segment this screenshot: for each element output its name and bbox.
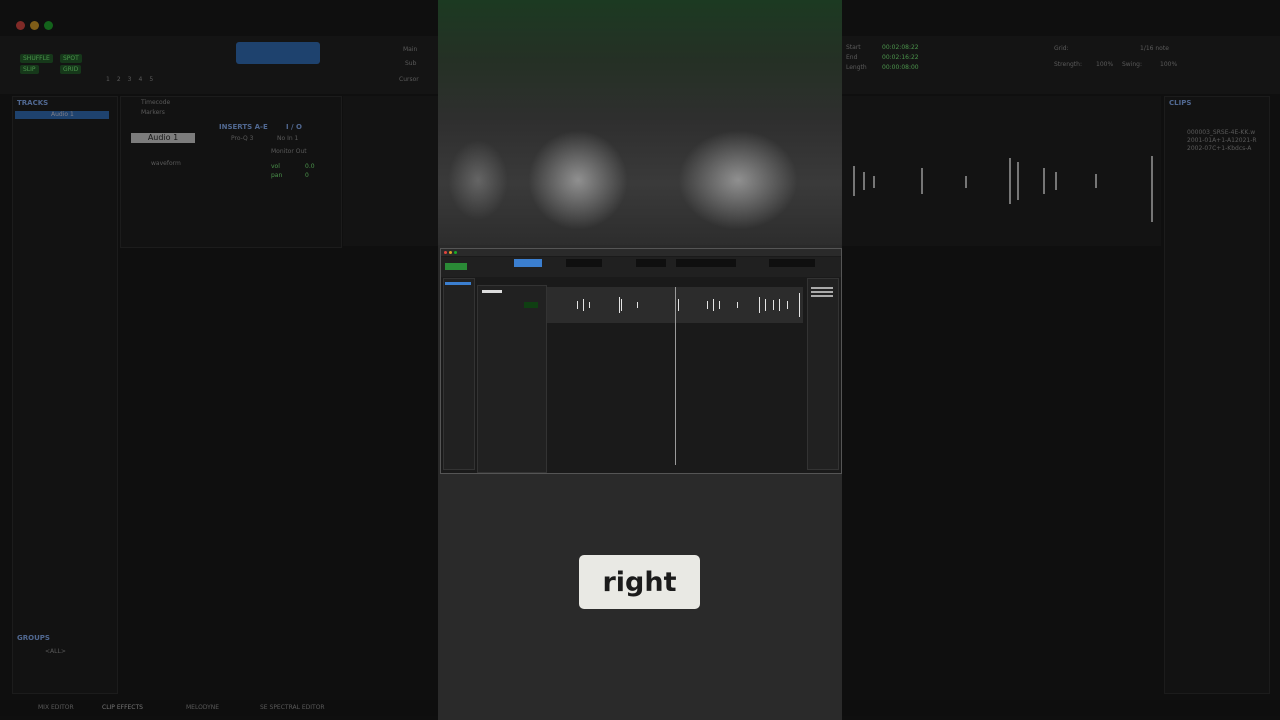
zoomed-waveform-preview <box>438 0 842 245</box>
counter-cursor-label: Cursor <box>399 76 419 83</box>
track-list-item[interactable]: Audio 1 <box>15 111 109 119</box>
zoom-preset-2[interactable]: 2 <box>117 76 121 83</box>
pan-value[interactable]: 0 <box>305 172 309 179</box>
mode-spot-button[interactable]: SPOT <box>60 54 82 63</box>
track-name-field[interactable]: Audio 1 <box>131 133 195 143</box>
mini-edit-mode <box>445 263 467 270</box>
ruler-timecode-label: Timecode <box>141 99 171 106</box>
clips-header: CLIPS <box>1169 99 1192 107</box>
insert-slot-1[interactable]: Pro-Q 3 <box>231 135 253 142</box>
mini-playhead-cursor <box>675 287 676 465</box>
tab-mix-editor[interactable]: MIX EDITOR <box>38 704 74 711</box>
counter-length-value[interactable]: 00:00:08:00 <box>882 64 919 71</box>
strength-label: Strength: <box>1054 61 1082 68</box>
tab-clip-effects[interactable]: CLIP EFFECTS <box>102 704 143 711</box>
clip-item[interactable]: 000003_SRSE-4E-KK.w <box>1187 129 1255 136</box>
track-header-area: Timecode Markers Audio 1 INSERTS A-E I /… <box>120 96 342 248</box>
groups-header: GROUPS <box>17 634 50 642</box>
grid-label: Grid: <box>1054 45 1069 52</box>
io-header: I / O <box>286 123 302 131</box>
counter-start-label: Start <box>846 44 861 51</box>
tab-spectral-editor[interactable]: SE SPECTRAL EDITOR <box>260 704 325 711</box>
session-window-thumbnail <box>440 248 842 474</box>
io-input-select[interactable]: No In 1 <box>277 135 298 142</box>
mini-sub-counter <box>636 259 666 267</box>
mini-title-bar <box>441 249 841 256</box>
mini-clips-panel <box>807 278 839 470</box>
counter-end-value[interactable]: 00:02:16:22 <box>882 54 919 61</box>
mode-slip-button[interactable]: SLIP <box>20 65 39 74</box>
zoom-presets[interactable]: 1 2 3 4 5 <box>106 76 153 83</box>
counter-end-label: End <box>846 54 858 61</box>
tracks-panel: TRACKS Audio 1 GROUPS <ALL> <box>12 96 118 694</box>
clip-item[interactable]: 2001-01A+1-A12021-R <box>1187 137 1257 144</box>
vol-label: vol <box>271 163 280 170</box>
strength-value[interactable]: 100% <box>1096 61 1113 68</box>
mini-tracks-panel <box>443 278 475 470</box>
pan-label: pan <box>271 172 283 179</box>
zoom-window-button[interactable] <box>44 21 53 30</box>
mini-selection-counters <box>676 259 736 267</box>
clip-item[interactable]: 2002-07C+1-Kbdcs-A <box>1187 145 1251 152</box>
grid-value-select[interactable]: 1/16 note <box>1140 45 1169 52</box>
mini-main-counter <box>566 259 602 267</box>
counter-length-label: Length <box>846 64 867 71</box>
mini-minimize-icon <box>449 251 452 254</box>
counter-start-value[interactable]: 00:02:08:22 <box>882 44 919 51</box>
mini-grid-settings <box>769 259 815 267</box>
swing-value[interactable]: 100% <box>1160 61 1177 68</box>
mini-zoom-icon <box>454 251 457 254</box>
tracks-header: TRACKS <box>17 99 49 107</box>
zoom-preset-3[interactable]: 3 <box>128 76 132 83</box>
groups-all-item[interactable]: <ALL> <box>45 648 66 655</box>
mode-grid-button[interactable]: GRID <box>60 65 82 74</box>
mode-shuffle-button[interactable]: SHUFFLE <box>20 54 53 63</box>
io-output-select[interactable]: Monitor Out <box>271 148 307 155</box>
vol-value[interactable]: 0.0 <box>305 163 315 170</box>
counter-sub-label: Sub <box>405 60 417 67</box>
close-window-button[interactable] <box>16 21 25 30</box>
mini-track-headers <box>477 285 547 473</box>
caption-text: right <box>602 566 677 598</box>
caption-box: right <box>579 555 700 609</box>
inserts-header: INSERTS A-E <box>219 123 268 131</box>
counter-main-label: Main <box>403 46 418 53</box>
edit-tools-group[interactable] <box>236 42 320 64</box>
tab-melodyne[interactable]: MELODYNE <box>186 704 219 711</box>
zoom-preset-1[interactable]: 1 <box>106 76 110 83</box>
track-view-select[interactable]: waveform <box>151 160 181 167</box>
mini-close-icon <box>444 251 447 254</box>
clips-panel: CLIPS 000003_SRSE-4E-KK.w 2001-01A+1-A12… <box>1164 96 1270 694</box>
zoom-preset-4[interactable]: 4 <box>138 76 142 83</box>
minimize-window-button[interactable] <box>30 21 39 30</box>
swing-label: Swing: <box>1122 61 1143 68</box>
mini-toolbar <box>441 257 841 277</box>
zoom-preset-5[interactable]: 5 <box>149 76 153 83</box>
mini-edit-tools <box>514 259 542 267</box>
ruler-markers-label: Markers <box>141 109 165 116</box>
